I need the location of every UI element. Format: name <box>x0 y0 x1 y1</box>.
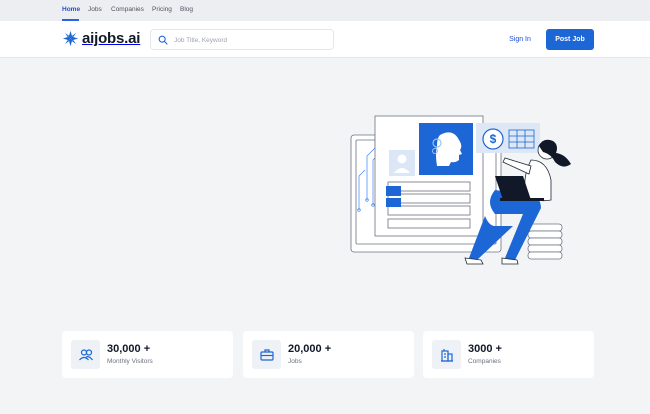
coin-stack <box>527 223 563 260</box>
sign-in-button[interactable]: Sign In <box>499 29 541 50</box>
stat-card-companies: 3000 + Companies <box>423 331 594 378</box>
search-input[interactable] <box>174 33 324 47</box>
svg-text:$: $ <box>490 132 497 146</box>
nav-blog[interactable]: Blog <box>180 6 193 13</box>
nav-pricing[interactable]: Pricing <box>152 6 172 13</box>
users-icon <box>78 348 93 360</box>
building-icon <box>440 348 453 362</box>
stat-label: Companies <box>468 358 501 365</box>
top-nav: Home Jobs Companies Pricing Blog <box>0 0 650 21</box>
stat-value: 3000 + <box>468 343 502 355</box>
search-icon <box>158 35 168 45</box>
nav-home[interactable]: Home <box>62 6 80 13</box>
site-header: aijobs.ai Sign In Post Job <box>0 21 650 58</box>
search-box[interactable] <box>150 29 334 50</box>
logo[interactable]: aijobs.ai <box>62 30 140 47</box>
salary-card: $ <box>476 123 540 153</box>
logo-text: aijobs.ai <box>82 30 141 47</box>
stat-card-jobs: 20,000 + Jobs <box>243 331 414 378</box>
stat-value: 30,000 + <box>107 343 151 355</box>
hero-illustration: $ <box>350 115 571 265</box>
ai-head-panel <box>419 123 473 175</box>
stat-card-visitors: 30,000 + Monthly Visitors <box>62 331 233 378</box>
nav-jobs[interactable]: Jobs <box>88 6 102 13</box>
stat-label: Monthly Visitors <box>107 358 153 365</box>
briefcase-icon <box>259 348 274 361</box>
nav-companies[interactable]: Companies <box>111 6 144 13</box>
stat-value: 20,000 + <box>288 343 332 355</box>
logo-icon <box>62 30 79 47</box>
post-job-button[interactable]: Post Job <box>546 29 594 50</box>
stat-label: Jobs <box>288 358 302 365</box>
